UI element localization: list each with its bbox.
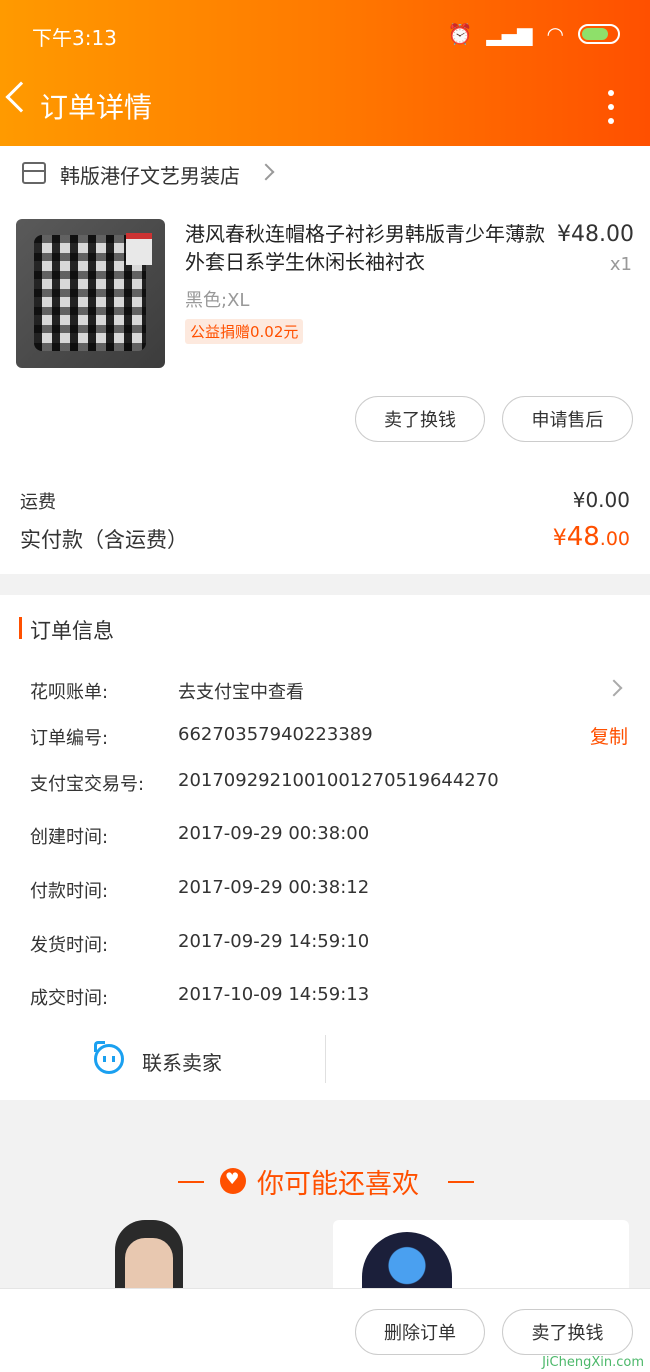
more-icon[interactable]	[608, 90, 616, 124]
info-value-order-no: 66270357940223389	[178, 724, 373, 745]
total-currency: ¥	[552, 526, 567, 551]
total-integer: 48	[566, 522, 600, 552]
after-sale-button[interactable]: 申请售后	[502, 396, 633, 442]
total-label: 实付款（含运费）	[20, 528, 188, 552]
charity-badge: 公益捐赠0.02元	[185, 319, 304, 344]
store-name[interactable]: 韩版港仔文艺男装店	[60, 160, 240, 189]
recommend-product-image[interactable]	[115, 1220, 183, 1288]
back-icon[interactable]	[5, 81, 37, 113]
order-info-card: 订单信息 花呗账单: 去支付宝中查看 订单编号: 662703579402233…	[0, 595, 650, 1100]
status-time: 下午3:13	[32, 26, 117, 50]
info-value-created: 2017-09-29 00:38:00	[178, 823, 370, 844]
delete-order-button[interactable]: 删除订单	[355, 1309, 485, 1355]
info-value-shipped: 2017-09-29 14:59:10	[178, 931, 370, 952]
divider	[325, 1035, 326, 1083]
divider	[448, 1181, 474, 1183]
info-label: 成交时间:	[30, 988, 109, 1009]
info-value-huabei[interactable]: 去支付宝中查看	[178, 678, 304, 704]
product-sku: 黑色;XL	[185, 290, 250, 311]
info-label: 付款时间:	[30, 881, 109, 902]
info-value-paid: 2017-09-29 00:38:12	[178, 877, 370, 898]
section-title: 订单信息	[30, 619, 114, 643]
shipping-label: 运费	[20, 492, 56, 513]
contact-seller-icon[interactable]	[94, 1041, 124, 1074]
info-value-trade-no: 2017092921001001270519644270	[178, 770, 499, 791]
total-value: ¥48.00	[553, 522, 630, 552]
store-icon	[22, 162, 46, 184]
info-label: 花呗账单:	[30, 682, 109, 703]
total-decimal: .00	[599, 528, 630, 550]
watermark: JiChengXin.com	[542, 1355, 644, 1370]
product-title[interactable]: 港风春秋连帽格子衬衫男韩版青少年薄款外套日系学生休闲长袖衬衣	[185, 220, 550, 276]
tag-image	[126, 233, 152, 265]
bottom-action-bar: 删除订单 卖了换钱 JiChengXin.com	[0, 1288, 650, 1372]
sell-button-bottom[interactable]: 卖了换钱	[502, 1309, 633, 1355]
signal-icon: ▂▄▆	[486, 22, 533, 46]
contact-seller-button[interactable]: 联系卖家	[142, 1047, 222, 1076]
section-marker	[19, 617, 22, 639]
battery-icon	[578, 24, 620, 44]
product-price: ¥48.00	[557, 222, 634, 247]
status-icons: ⏰ ▂▄▆ ◠	[447, 22, 620, 46]
header: 下午3:13 ⏰ ▂▄▆ ◠ 订单详情	[0, 0, 650, 146]
info-label: 支付宝交易号:	[30, 774, 145, 795]
order-card: 韩版港仔文艺男装店 港风春秋连帽格子衬衫男韩版青少年薄款外套日系学生休闲长袖衬衣…	[0, 146, 650, 574]
info-label: 创建时间:	[30, 827, 109, 848]
copy-button[interactable]: 复制	[590, 722, 628, 749]
product-quantity: x1	[609, 254, 632, 275]
chevron-right-icon	[257, 163, 275, 181]
wifi-icon: ◠	[546, 22, 564, 46]
recommend-title-text: 你可能还喜欢	[257, 1169, 419, 1200]
info-label: 订单编号:	[30, 728, 109, 749]
info-value-completed: 2017-10-09 14:59:13	[178, 984, 370, 1005]
store-row[interactable]: 韩版港仔文艺男装店	[0, 146, 650, 202]
chevron-right-icon[interactable]	[605, 679, 623, 697]
info-label: 发货时间:	[30, 935, 109, 956]
product-image[interactable]	[16, 219, 165, 368]
sell-button[interactable]: 卖了换钱	[355, 396, 485, 442]
recommend-title: 你可能还喜欢	[0, 1162, 650, 1201]
shipping-value: ¥0.00	[572, 488, 630, 512]
page-title: 订单详情	[40, 91, 153, 124]
alarm-icon: ⏰	[447, 22, 473, 46]
